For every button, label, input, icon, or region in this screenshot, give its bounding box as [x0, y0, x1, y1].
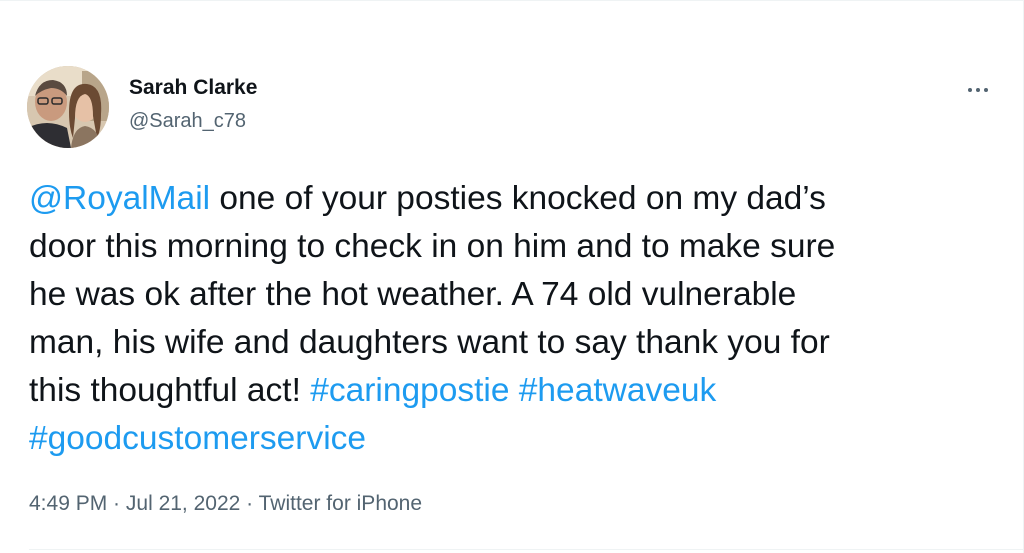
more-dot [976, 88, 980, 92]
more-dot [984, 88, 988, 92]
hashtag-heatwaveuk[interactable]: #heatwaveuk [519, 372, 716, 409]
tweet-text-line2: door this morning to check in on him and… [29, 228, 836, 265]
hashtag-caringpostie[interactable]: #caringpostie [310, 372, 509, 409]
tweet-text-line4: man, his wife and daughters want to say … [29, 324, 830, 361]
tweet-text-line1: one of your posties knocked on my dad’s [210, 180, 826, 217]
avatar[interactable] [27, 66, 109, 148]
meta-separator: · [240, 492, 259, 515]
tweet-date[interactable]: Jul 21, 2022 [126, 492, 240, 515]
divider-top [0, 0, 1024, 1]
more-dot [968, 88, 972, 92]
avatar-image [27, 66, 109, 148]
divider-bottom [29, 549, 1024, 550]
tweet-source[interactable]: Twitter for iPhone [259, 492, 422, 515]
author-block: Sarah Clarke @Sarah_c78 [129, 75, 257, 134]
author-display-name[interactable]: Sarah Clarke [129, 75, 257, 101]
tweet-text-line5: this thoughtful act! [29, 372, 311, 409]
tweet-card: Sarah Clarke @Sarah_c78 @RoyalMail one o… [0, 0, 1024, 553]
hashtag-goodcustomerservice[interactable]: #goodcustomerservice [29, 420, 366, 457]
mention-link[interactable]: @RoyalMail [29, 180, 210, 217]
more-horizontal-icon[interactable] [958, 78, 998, 102]
tweet-meta: 4:49 PM · Jul 21, 2022 · Twitter for iPh… [29, 491, 422, 517]
author-handle[interactable]: @Sarah_c78 [129, 108, 257, 134]
tweet-time[interactable]: 4:49 PM [29, 492, 107, 515]
meta-separator: · [107, 492, 126, 515]
tweet-text: @RoyalMail one of your posties knocked o… [29, 175, 1009, 463]
tweet-text-line3: he was ok after the hot weather. A 74 ol… [29, 276, 797, 313]
